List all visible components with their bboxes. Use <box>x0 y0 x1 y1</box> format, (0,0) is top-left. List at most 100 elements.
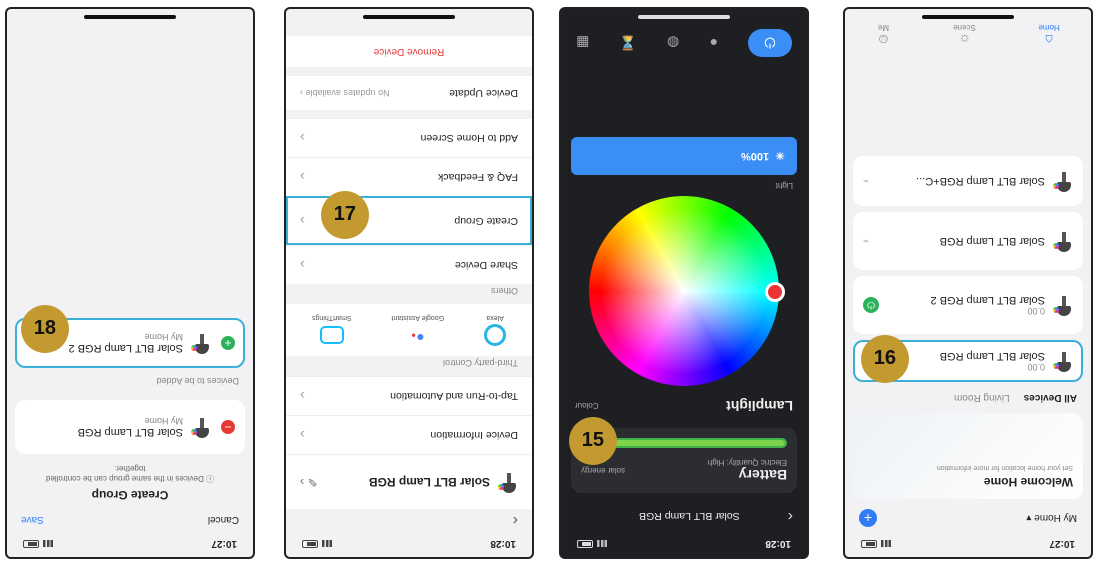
row-device-information[interactable]: Device Information › <box>286 415 532 454</box>
device-card[interactable]: Solar BLT Lamp RGB+C... ⌁ <box>853 156 1083 206</box>
save-button[interactable]: Save <box>21 514 44 525</box>
alexa-icon <box>484 324 507 346</box>
welcome-card: Welcome Home Set your home location for … <box>853 413 1083 499</box>
lamp-icon <box>1053 170 1073 192</box>
device-header: ‹ Solar BLT Lamp RGB <box>561 501 807 531</box>
status-time: 10:27 <box>211 538 237 550</box>
google-assistant-item[interactable]: ●● Google Assistant <box>392 314 445 346</box>
device-name-row[interactable]: Solar BLT Lamp RGB ✎ › <box>286 454 532 509</box>
palette-icon[interactable]: ◍ <box>667 35 679 52</box>
remove-device-button[interactable]: Remove Device <box>286 36 532 67</box>
lamp-icon <box>1053 350 1073 372</box>
chevron-right-icon: › <box>300 213 305 229</box>
alexa-item[interactable]: Alexa <box>484 314 507 346</box>
sun-icon: ☀ <box>775 149 785 162</box>
lamp-icon <box>498 471 518 493</box>
devices-to-add-label: Devices to be Added <box>156 376 239 386</box>
brightness-value: 100% <box>740 150 770 162</box>
step-badge-16: 16 <box>861 335 909 383</box>
device-title: Solar BLT Lamp RGB <box>639 510 740 522</box>
brightness-bar[interactable]: ☀ 100% <box>571 137 797 175</box>
row-share-device[interactable]: Share Device › <box>286 245 532 284</box>
colour-label: Colour <box>575 401 599 411</box>
chevron-right-icon: › <box>300 169 305 185</box>
smartthings-item[interactable]: SmartThings <box>312 314 352 346</box>
tab-all-devices[interactable]: All Devices <box>1024 392 1077 403</box>
home-selector[interactable]: My Home ▾ <box>1026 513 1077 524</box>
add-icon[interactable]: + <box>221 336 235 350</box>
status-bar: 10:27 <box>845 531 1091 557</box>
power-icon[interactable]: ⏻ <box>863 297 879 313</box>
chevron-right-icon: › <box>300 257 305 273</box>
home-icon: ⌂ <box>1044 32 1054 48</box>
lamp-label: Lamplight <box>726 398 793 414</box>
nav-home[interactable]: ⌂ Home <box>1038 23 1059 48</box>
device-name: Solar BLT Lamp RGB <box>939 235 1045 247</box>
profile-icon: ☺ <box>876 32 891 48</box>
home-indicator <box>638 15 730 19</box>
light-label: Light <box>775 181 793 190</box>
status-time: 10:28 <box>765 538 791 550</box>
battery-title: Battery <box>738 467 787 483</box>
battery-icon <box>302 540 318 548</box>
back-icon[interactable]: ‹ <box>286 509 532 531</box>
row-tap-to-run[interactable]: Tap-to-Run and Automation › <box>286 376 532 415</box>
device-name: Solar BLT Lamp RGB 2 <box>930 294 1045 306</box>
mode-bar: ⏻ ● ◍ ⌛ ▦ <box>561 29 807 57</box>
third-party-row: Alexa ●● Google Assistant SmartThings <box>286 304 532 356</box>
nav-me[interactable]: ☺ Me <box>876 23 890 48</box>
color-wheel[interactable] <box>589 196 785 386</box>
edit-icon[interactable]: ✎ › <box>300 475 317 489</box>
device-name: Solar BLT Lamp RGB <box>368 475 490 489</box>
chevron-right-icon: › <box>300 427 305 443</box>
battery-icon <box>861 540 877 548</box>
hint-text: ⓘ Devices in the same group can be contr… <box>45 464 215 483</box>
lamp-icon <box>1053 230 1073 252</box>
white-mode-icon[interactable]: ● <box>709 35 717 51</box>
home-indicator <box>922 15 1014 19</box>
timer-icon[interactable]: ⌛ <box>619 35 636 52</box>
status-bar: 10:27 <box>7 531 253 557</box>
status-time: 10:27 <box>1049 538 1075 550</box>
step-badge-17: 17 <box>321 191 369 239</box>
phone-device-settings: 10:28 ‹ Solar BLT Lamp RGB ✎ › Device In… <box>284 7 534 559</box>
signal-icon <box>43 540 53 548</box>
add-device-button[interactable]: + <box>859 509 877 527</box>
bottom-nav: ⌂ Home ☼ Scene ☺ Me <box>845 23 1091 48</box>
page-title: Create Group <box>91 488 169 502</box>
device-card[interactable]: Solar BLT Lamp RGB ⌁ <box>853 212 1083 270</box>
device-name: Solar BLT Lamp RGB+C... <box>916 175 1045 187</box>
info-icon: ⓘ <box>203 474 215 483</box>
nav-scene[interactable]: ☼ Scene <box>953 23 976 48</box>
offline-icon: ⌁ <box>863 175 870 187</box>
sun-icon: ☼ <box>958 32 971 48</box>
grid-icon[interactable]: ▦ <box>576 35 589 52</box>
row-device-update[interactable]: Device Update No updates available › <box>286 75 532 110</box>
third-party-label: Third-party Control <box>442 358 518 368</box>
battery-status: Electric Quantity: High <box>707 458 787 467</box>
color-picker-handle[interactable] <box>765 282 785 302</box>
row-add-to-home-screen[interactable]: Add to Home Screen › <box>286 118 532 157</box>
phone-create-group: 10:27 Cancel Save Create Group ⓘ Devices… <box>5 7 255 559</box>
power-mode-icon[interactable]: ⏻ <box>747 29 792 57</box>
battery-icon <box>23 540 39 548</box>
battery-source: solar energy <box>581 466 626 475</box>
welcome-subtitle: Set your home location for more informat… <box>936 464 1073 471</box>
status-bar: 10:28 <box>561 531 807 557</box>
back-icon[interactable]: ‹ <box>788 507 793 525</box>
home-indicator <box>84 15 176 19</box>
group-member-card[interactable]: − Solar BLT Lamp RGB My Home <box>15 400 245 454</box>
tab-living-room[interactable]: Living Room <box>954 392 1010 403</box>
device-card[interactable]: 0.00 Solar BLT Lamp RGB 2 ⏻ <box>853 276 1083 334</box>
battery-icon <box>577 540 593 548</box>
signal-icon <box>881 540 891 548</box>
chevron-right-icon: › <box>300 388 305 404</box>
cancel-button[interactable]: Cancel <box>208 514 239 525</box>
signal-icon <box>322 540 332 548</box>
google-assistant-icon: ●● <box>411 330 425 346</box>
room-tabs: All Devices Living Room <box>845 388 1091 407</box>
offline-icon: ⌁ <box>863 235 870 247</box>
status-time: 10:28 <box>490 538 516 550</box>
row-faq-feedback[interactable]: FAQ & Feedback › <box>286 157 532 196</box>
remove-icon[interactable]: − <box>221 420 235 434</box>
